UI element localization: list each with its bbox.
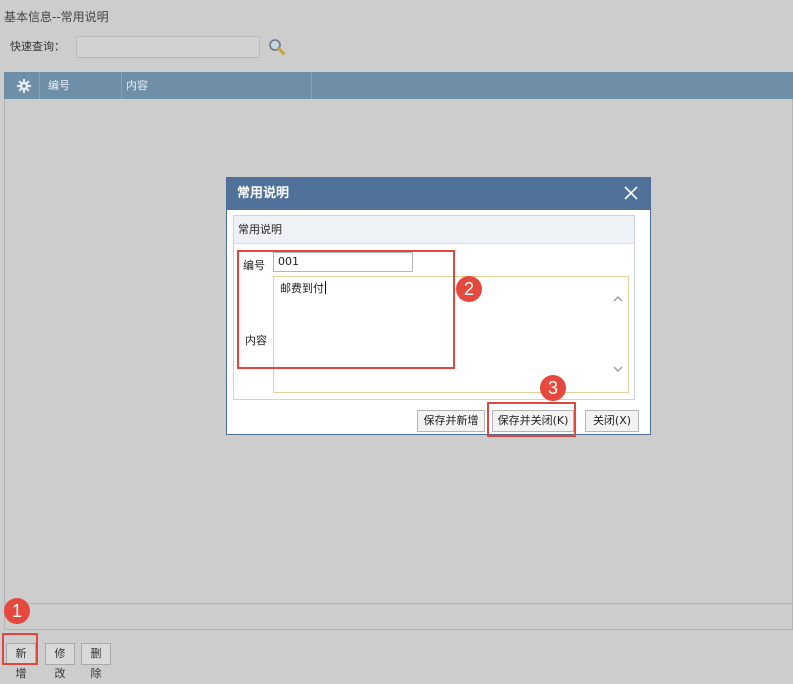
search-icon[interactable] xyxy=(268,38,286,56)
form-section-title: 常用说明 xyxy=(238,223,282,236)
bottom-toolbar: 新增 修改 删除 xyxy=(0,632,793,680)
gear-icon[interactable] xyxy=(16,78,32,94)
step-badge-3: 3 xyxy=(540,375,566,401)
annotation-box-3 xyxy=(487,402,576,437)
save-and-new-button[interactable]: 保存并新增 xyxy=(417,410,485,432)
grid-header: 编号 内容 xyxy=(4,72,793,99)
dialog-title-bar[interactable]: 常用说明 xyxy=(227,178,650,210)
quick-search-input[interactable] xyxy=(76,36,260,58)
scroll-down-icon[interactable] xyxy=(612,363,624,375)
page-title: 基本信息--常用说明 xyxy=(4,10,109,24)
grid-footer-divider xyxy=(4,603,793,604)
dialog-title: 常用说明 xyxy=(237,186,290,201)
column-header-content[interactable]: 内容 xyxy=(126,72,148,99)
form-section-header: 常用说明 xyxy=(234,216,634,244)
delete-button[interactable]: 删除 xyxy=(81,643,111,680)
annotation-box-2 xyxy=(237,250,455,369)
edit-button[interactable]: 修改 xyxy=(45,643,75,680)
close-icon[interactable] xyxy=(622,184,640,202)
annotation-box-1 xyxy=(2,633,38,665)
close-button[interactable]: 关闭(X) xyxy=(585,410,639,432)
scroll-up-icon[interactable] xyxy=(612,293,624,305)
quick-search-label: 快速查询： xyxy=(10,40,65,53)
step-badge-1: 1 xyxy=(4,598,30,624)
step-badge-2: 2 xyxy=(456,276,482,302)
column-header-code[interactable]: 编号 xyxy=(48,72,70,99)
